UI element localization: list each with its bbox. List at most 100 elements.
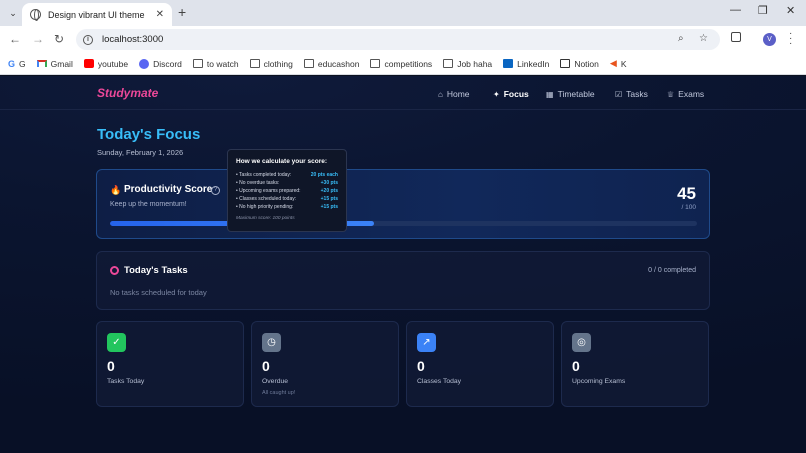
nav-item-home[interactable]: ⌂ Home [438, 89, 470, 99]
tooltip-row: • No overdue tasks: +30 pts [236, 179, 338, 187]
browser-toolbar: ← → ↻ i localhost:3000 ⌕ ☆ [0, 26, 806, 53]
bookmark-label: K [620, 58, 627, 69]
tooltip-row: • Classes scheduled today: +15 pts [236, 195, 338, 203]
bookmark-item[interactable]: Job haha [443, 59, 492, 69]
tasks-title: Today's Tasks [124, 265, 188, 276]
folder-icon [192, 59, 203, 68]
browser-tab[interactable]: Design vibrant UI theme ✕ [22, 3, 172, 26]
nav-item-tasks[interactable]: ☑ Tasks [615, 89, 648, 99]
bookmark-star-icon[interactable]: ☆ [699, 33, 708, 44]
tooltip-row-points: +15 pts [320, 204, 338, 210]
app-root: Studymate ⌂ Home ✦ Focus ▦ Timetable ☑ Tasks ♕ Ex… [0, 76, 806, 453]
folder-icon [303, 59, 314, 68]
bookmark-item[interactable]: to watch [192, 59, 239, 69]
tooltip-row-label: • No high priority pending: [236, 204, 294, 210]
nav-label: Exams [678, 89, 705, 99]
tooltip-row-points: +15 pts [320, 196, 338, 202]
bookmark-item[interactable]: Gmail [36, 58, 73, 69]
extensions-icon[interactable] [731, 32, 741, 42]
site-info-icon[interactable]: i [83, 34, 93, 45]
new-tab-icon[interactable]: + [178, 4, 186, 20]
bookmark-label: clothing [263, 58, 293, 69]
nav-item-focus[interactable]: ✦ Focus [493, 89, 529, 99]
tooltip-row: • Tasks completed today: 20 pts each [236, 171, 338, 179]
minimize-icon[interactable]: — [730, 4, 741, 16]
tooltip-row-label: • No overdue tasks: [236, 180, 280, 186]
help-circle-icon[interactable]: ? [211, 186, 220, 195]
trophy-icon: ♕ [667, 89, 675, 99]
stat-value: 0 [107, 358, 115, 374]
google-icon: G [8, 58, 16, 69]
bookmark-label: G [19, 58, 26, 69]
bookmark-item[interactable]: Discord [139, 58, 182, 69]
bookmark-label: competitions [384, 58, 433, 69]
score-max: / 100 [681, 204, 696, 211]
productivity-score-card: 🔥 Productivity Score ? Keep up the momen… [96, 169, 710, 239]
bookmark-label: educashon [317, 58, 360, 69]
forward-icon[interactable]: → [32, 32, 44, 46]
bookmark-item[interactable]: Notion [560, 59, 599, 69]
stat-card: ◷ 0 Overdue All caught up! [251, 321, 399, 407]
score-progress-track [110, 221, 697, 226]
bookmark-item[interactable]: LinkedIn [503, 59, 549, 69]
tooltip-row-label: • Upcoming exams prepared: [236, 188, 301, 194]
app-header: Studymate ⌂ Home ✦ Focus ▦ Timetable ☑ Tasks ♕ Ex… [0, 76, 806, 110]
page-date: Sunday, February 1, 2026 [97, 148, 184, 157]
tooltip-row-points: +30 pts [320, 180, 338, 186]
linkedin-icon [503, 59, 514, 68]
url-text[interactable]: localhost:3000 [102, 34, 163, 45]
stat-value: 0 [262, 358, 270, 374]
flame-icon: 🔥 [110, 185, 122, 195]
close-tab-icon[interactable]: ✕ [156, 9, 164, 20]
profile-avatar[interactable]: V [763, 33, 776, 46]
tooltip-row-points: 20 pts each [310, 172, 338, 178]
tooltip-row: • No high priority pending: +15 pts [236, 203, 338, 211]
check-circle-icon: ✓ [107, 333, 126, 352]
home-icon: ⌂ [438, 89, 443, 99]
stat-subtext: All caught up! [262, 390, 296, 396]
folder-icon [249, 59, 260, 68]
browser-menu-icon[interactable]: · · · [789, 29, 792, 49]
stat-card: ↗ 0 Classes Today [406, 321, 554, 407]
nav-label: Home [446, 89, 470, 99]
page-title: Today's Focus [97, 126, 201, 143]
stat-label: Overdue [262, 378, 289, 385]
back-icon[interactable]: ← [9, 32, 21, 46]
bookmark-item[interactable]: competitions [370, 59, 432, 69]
brand-logo[interactable]: Studymate [97, 86, 158, 100]
score-value: 45 [677, 184, 696, 203]
nav-item-timetable[interactable]: ▦ Timetable [546, 89, 595, 99]
bookmark-item[interactable]: youtube [83, 58, 129, 69]
bookmark-item[interactable]: clothing [249, 58, 293, 69]
globe-icon [30, 9, 41, 21]
tooltip-row: • Upcoming exams prepared: +20 pts [236, 187, 338, 195]
tooltip-row-points: +20 pts [320, 188, 338, 194]
discord-icon [139, 58, 150, 69]
tab-search-icon[interactable]: ⌄ [5, 5, 21, 21]
bookmark-label: youtube [97, 58, 129, 69]
stat-value: 0 [417, 358, 425, 374]
stat-card: ◎ 0 Upcoming Exams [561, 321, 709, 407]
nav-label: Tasks [626, 89, 648, 99]
tab-title: Design vibrant UI theme [48, 9, 145, 20]
k-icon: ◀ [609, 58, 617, 68]
bookmark-item[interactable]: educashon [303, 58, 360, 69]
address-bar[interactable]: i localhost:3000 ⌕ ☆ [76, 29, 720, 50]
bookmark-item[interactable]: ◀ K [610, 58, 627, 69]
tasks-empty-message: No tasks scheduled for today [110, 288, 207, 297]
window-close-icon[interactable]: ✕ [786, 4, 795, 17]
bookmark-label: Gmail [50, 58, 73, 69]
score-subtitle: Keep up the momentum! [110, 201, 187, 208]
reload-icon[interactable]: ↻ [54, 32, 64, 46]
bookmark-label: Discord [153, 58, 182, 69]
nav-item-exams[interactable]: ♕ Exams [667, 89, 704, 99]
checkbox-icon: ☑ [615, 89, 623, 99]
gmail-icon [36, 60, 47, 67]
nav-label: Timetable [557, 89, 595, 99]
bookmark-label: LinkedIn [517, 58, 550, 69]
bookmark-item[interactable]: GG [8, 59, 26, 69]
restore-icon[interactable]: ❐ [758, 4, 768, 17]
zoom-icon[interactable]: ⌕ [678, 33, 684, 44]
todays-tasks-card: Today's Tasks 0 / 0 completed No tasks s… [96, 251, 710, 310]
tooltip-row-label: • Classes scheduled today: [236, 196, 297, 202]
